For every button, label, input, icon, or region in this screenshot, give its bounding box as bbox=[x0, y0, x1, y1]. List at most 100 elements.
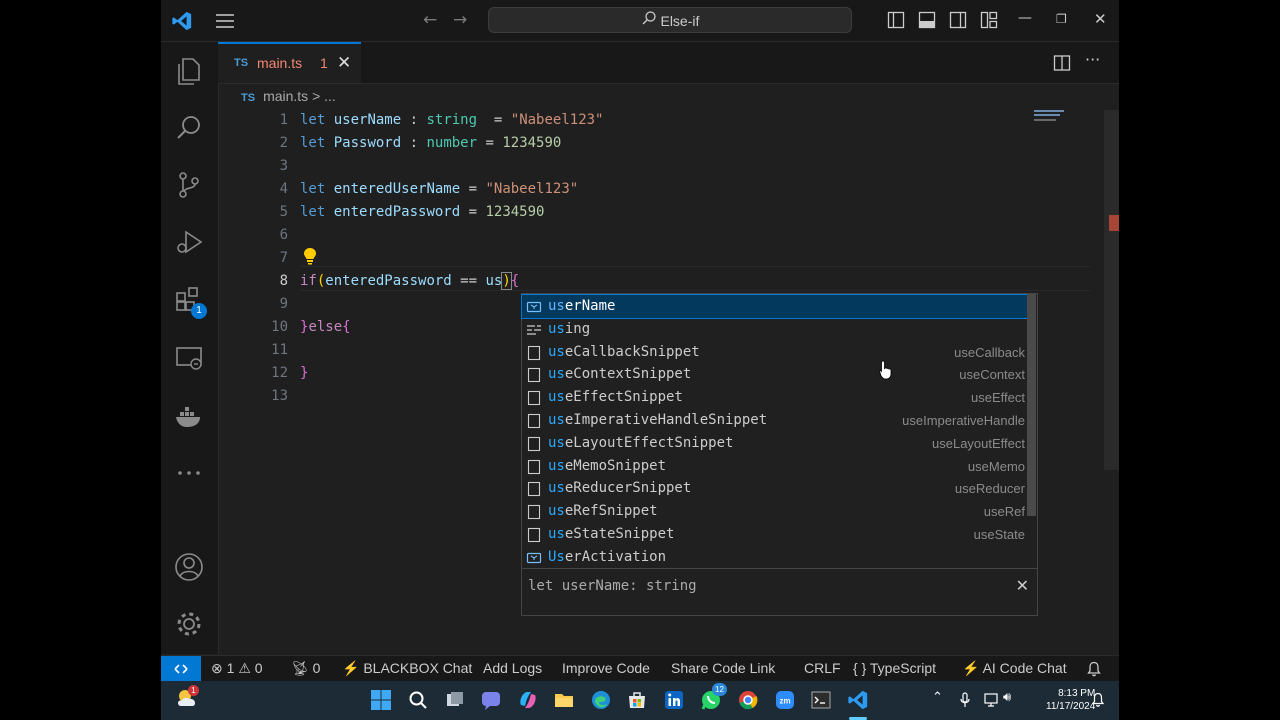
suggest-item[interactable]: useReducerSnippet useReducer bbox=[522, 477, 1027, 500]
tab-problem-count: 1 bbox=[320, 55, 328, 71]
volume-icon[interactable]: 🔊︎ bbox=[1003, 690, 1011, 705]
suggest-item[interactable]: UserActivation bbox=[522, 546, 1027, 569]
suggest-rest-text: eStateSnippet bbox=[564, 526, 675, 542]
task-view-icon[interactable] bbox=[444, 689, 466, 711]
toggle-primary-sidebar-icon[interactable] bbox=[887, 11, 905, 29]
suggest-item[interactable]: userName bbox=[521, 294, 1028, 319]
braces-icon: { } bbox=[853, 660, 867, 676]
edge-browser-icon[interactable] bbox=[590, 689, 612, 711]
suggest-item-label: useMemoSnippet bbox=[548, 458, 666, 474]
line-number: 12 bbox=[271, 365, 288, 381]
restore-button[interactable]: ❐ bbox=[1056, 12, 1067, 26]
suggest-match-text: us bbox=[548, 389, 565, 406]
line-number-active: 8 bbox=[279, 273, 288, 289]
vscode-taskbar-icon[interactable] bbox=[847, 689, 869, 711]
show-hidden-icons-chevron-up-icon[interactable]: ⌃ bbox=[932, 690, 943, 705]
zoom-icon[interactable]: zm bbox=[774, 689, 796, 711]
copilot-icon[interactable] bbox=[517, 689, 539, 711]
code-line-8: if(enteredPassword == us){ bbox=[300, 272, 520, 290]
split-editor-icon[interactable] bbox=[1053, 54, 1071, 72]
microphone-icon[interactable] bbox=[959, 692, 971, 708]
snippet-kind-icon bbox=[526, 481, 542, 497]
problems-status[interactable]: ⊗ 1 ⚠ 0 bbox=[211, 660, 263, 677]
breadcrumb-file[interactable]: main.ts bbox=[263, 88, 308, 104]
suggest-item[interactable]: useStateSnippet useState bbox=[522, 523, 1027, 546]
chrome-icon[interactable] bbox=[737, 689, 759, 711]
forward-arrow-icon[interactable]: → bbox=[453, 10, 467, 30]
share-code-link-button[interactable]: Share Code Link bbox=[671, 660, 775, 676]
suggest-item[interactable]: using bbox=[522, 318, 1027, 341]
close-window-button[interactable]: ✕ bbox=[1094, 10, 1107, 28]
ports-antenna-icon: 📡︎ bbox=[291, 660, 309, 676]
activity-bar: 1 bbox=[161, 42, 219, 654]
suggest-scrollbar[interactable] bbox=[1027, 294, 1036, 516]
minimize-button[interactable]: — bbox=[1018, 10, 1032, 26]
search-icon[interactable] bbox=[174, 113, 204, 143]
taskbar-clock[interactable]: 8:13 PM 11/17/2024 bbox=[1046, 687, 1095, 713]
editor-scrollbar[interactable] bbox=[1104, 110, 1119, 470]
network-icon[interactable] bbox=[983, 692, 999, 708]
suggest-item[interactable]: useContextSnippet useContext bbox=[522, 363, 1027, 386]
notifications-bell-icon[interactable] bbox=[1086, 661, 1102, 677]
menu-hamburger-icon[interactable] bbox=[215, 13, 235, 29]
bolt-icon: ⚡ bbox=[342, 660, 360, 676]
ai-code-chat-button[interactable]: ⚡ AI Code Chat bbox=[962, 660, 1067, 677]
typescript-file-icon: TS bbox=[234, 57, 249, 69]
line-number: 1 bbox=[279, 112, 288, 128]
vscode-logo-icon[interactable] bbox=[171, 10, 193, 32]
error-icon: ⊗ bbox=[211, 660, 223, 676]
suggest-item[interactable]: useLayoutEffectSnippet useLayoutEffect bbox=[522, 432, 1027, 455]
terminal-icon[interactable] bbox=[810, 689, 832, 711]
remote-indicator-button[interactable] bbox=[161, 656, 201, 682]
suggest-match-text: us bbox=[548, 434, 565, 451]
svg-text:zm: zm bbox=[779, 697, 790, 706]
lightbulb-icon[interactable] bbox=[302, 247, 318, 265]
blackbox-chat-button[interactable]: ⚡ BLACKBOX Chat bbox=[342, 660, 472, 677]
more-actions-icon[interactable]: ··· bbox=[1085, 50, 1100, 69]
close-tab-icon[interactable]: ✕ bbox=[337, 53, 351, 73]
linkedin-icon[interactable] bbox=[663, 689, 685, 711]
more-dots-icon[interactable] bbox=[174, 458, 204, 488]
tab-main-ts[interactable]: TS main.ts 1 ✕ bbox=[218, 42, 361, 83]
language-mode-selector[interactable]: { } TypeScript bbox=[853, 660, 936, 676]
suggest-item[interactable]: useMemoSnippet useMemo bbox=[522, 455, 1027, 478]
microsoft-store-icon[interactable] bbox=[626, 689, 648, 711]
close-details-icon[interactable]: ✕ bbox=[1016, 576, 1029, 595]
error-scroll-marker bbox=[1109, 215, 1119, 231]
account-icon[interactable] bbox=[174, 552, 204, 582]
suggest-detail-text: let userName: string bbox=[528, 578, 697, 594]
windows-start-icon[interactable] bbox=[370, 689, 392, 711]
eol-selector[interactable]: CRLF bbox=[804, 660, 841, 676]
settings-gear-icon[interactable] bbox=[174, 609, 204, 639]
suggest-item-detail: useLayoutEffect bbox=[932, 435, 1025, 451]
editor-tabs: TS main.ts 1 ✕ ··· bbox=[218, 42, 1119, 84]
suggest-item[interactable]: useRefSnippet useRef bbox=[522, 500, 1027, 523]
remote-explorer-icon[interactable] bbox=[174, 343, 204, 373]
line-number: 13 bbox=[271, 388, 288, 404]
suggest-item-label: useEffectSnippet bbox=[548, 389, 683, 405]
docker-icon[interactable] bbox=[174, 402, 204, 432]
teams-chat-icon[interactable] bbox=[480, 689, 502, 711]
file-explorer-icon[interactable] bbox=[553, 689, 575, 711]
suggest-item-detail: useMemo bbox=[967, 458, 1025, 474]
suggest-item[interactable]: useCallbackSnippet useCallback bbox=[522, 341, 1027, 364]
suggest-item[interactable]: useImperativeHandleSnippet useImperativeH… bbox=[522, 409, 1027, 432]
toggle-secondary-sidebar-icon[interactable] bbox=[949, 11, 967, 29]
taskbar-search-icon[interactable] bbox=[407, 689, 429, 711]
back-arrow-icon[interactable]: ← bbox=[423, 10, 437, 30]
explorer-files-icon[interactable] bbox=[174, 56, 204, 86]
warning-count: 0 bbox=[254, 660, 263, 676]
variable-kind-icon bbox=[526, 550, 542, 566]
add-logs-button[interactable]: Add Logs bbox=[483, 660, 542, 676]
run-debug-icon[interactable] bbox=[174, 227, 204, 257]
notification-center-bell-icon[interactable] bbox=[1091, 692, 1105, 708]
suggest-item-detail: useCallback bbox=[954, 344, 1025, 360]
command-center-search[interactable]: Else-if bbox=[488, 7, 852, 33]
source-control-icon[interactable] bbox=[174, 170, 204, 200]
breadcrumb-rest[interactable]: ... bbox=[324, 88, 336, 104]
ports-status[interactable]: 📡︎ 0 bbox=[291, 660, 320, 677]
improve-code-button[interactable]: Improve Code bbox=[562, 660, 650, 676]
customize-layout-icon[interactable] bbox=[980, 11, 998, 29]
suggest-item[interactable]: useEffectSnippet useEffect bbox=[522, 386, 1027, 409]
toggle-panel-icon[interactable] bbox=[918, 11, 936, 29]
